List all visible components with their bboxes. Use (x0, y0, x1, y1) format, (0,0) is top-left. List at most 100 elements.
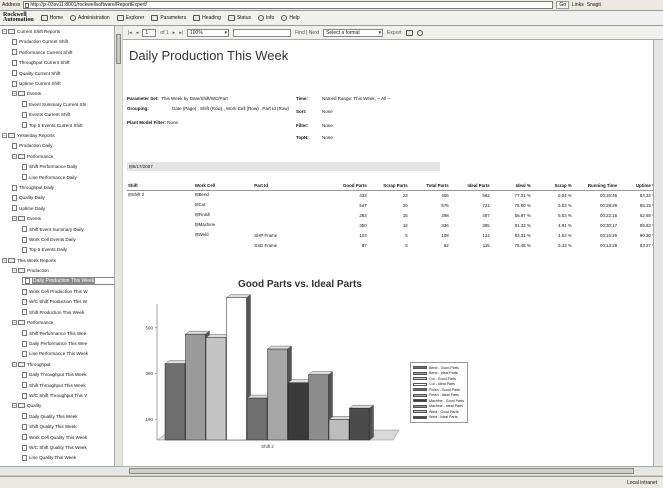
tree-item[interactable]: W/C Shift Quality This Week (22, 443, 87, 452)
home-button[interactable]: Home (40, 15, 63, 21)
tree-item[interactable]: Shift Production This Week (22, 308, 84, 317)
tree-item[interactable]: Production Daily (12, 141, 52, 150)
links-button[interactable]: Links (572, 2, 584, 8)
tree-item[interactable]: Throughput Current Shift (12, 58, 70, 67)
help-button[interactable]: Help (281, 15, 300, 21)
cell-text: 15 (402, 212, 408, 218)
table-cell: 75.48 % (491, 240, 532, 250)
tree-item[interactable]: Shift Throughput This Week (22, 381, 86, 390)
tree-item[interactable]: Uptime Daily (12, 204, 45, 213)
column-header: Ideal Parts (449, 181, 491, 191)
tree-scroll-thumb[interactable] (116, 34, 121, 64)
table-cell: 85.15 % (618, 200, 657, 210)
collapse-toggle-icon[interactable]: − (12, 403, 17, 409)
print-icon[interactable] (416, 29, 423, 36)
tree-item[interactable]: Top 5 Events Current Shift (22, 121, 83, 130)
legend-swatch (413, 388, 427, 392)
report-hscrollbar[interactable] (123, 466, 663, 475)
tree-item[interactable]: Quality Daily (12, 193, 45, 202)
collapse-toggle-icon[interactable]: − (12, 216, 17, 222)
tree-item[interactable]: − Performance (12, 318, 53, 327)
next-page-icon[interactable]: ▸ (173, 30, 176, 36)
tree-item[interactable]: Production Current Shift (12, 37, 68, 46)
tree-item[interactable]: Daily Performance This Wee (22, 339, 87, 348)
tree-item[interactable]: Throughput Daily (12, 183, 54, 192)
zoom-select[interactable]: 100% (187, 28, 229, 37)
table-cell: 5 (368, 230, 409, 240)
tree-item[interactable]: W/C Shift Production This W (22, 297, 87, 306)
collapse-toggle-icon[interactable]: − (2, 257, 7, 263)
tree-item[interactable]: − Quality (12, 401, 41, 410)
go-button[interactable]: Go (556, 1, 570, 9)
collapse-toggle-icon[interactable]: − (12, 268, 17, 274)
info-button[interactable]: Info (258, 15, 274, 21)
tree-item[interactable]: Events Current Shift (22, 110, 70, 119)
tree-item[interactable]: Shift Performance This Wee (22, 329, 86, 338)
tree-item[interactable]: Daily Quality This Week (22, 412, 78, 421)
tree-item[interactable]: − Current Shift Reports (2, 27, 60, 36)
first-page-icon[interactable]: |◂ (128, 30, 132, 36)
find-next-link[interactable]: Find | Next (295, 30, 319, 36)
table-cell: 108 (409, 230, 450, 240)
tree-item[interactable]: Work Cell Production This W (22, 287, 88, 296)
status-button[interactable]: Status (227, 15, 251, 21)
tree-item[interactable]: Shift Event Summary Daily (22, 225, 84, 234)
tree-item[interactable]: Work Cell Events Daily (22, 235, 76, 244)
collapse-toggle-icon[interactable]: − (12, 361, 17, 367)
collapse-toggle-icon[interactable]: − (12, 91, 17, 97)
page-input[interactable]: 1 (142, 28, 157, 37)
heading-button[interactable]: Heading (193, 15, 221, 21)
refresh-icon[interactable] (405, 29, 413, 36)
tree-item[interactable]: − Production (12, 266, 49, 275)
table-cell: 56.97 % (491, 210, 532, 220)
last-page-icon[interactable]: ▸| (179, 30, 183, 36)
app-toolbar: Rockwell Automation Home Administration … (0, 11, 663, 26)
export-format-select[interactable]: Select a format (323, 28, 384, 37)
tree-item[interactable]: − Performance (12, 152, 53, 161)
tree-item[interactable]: Shift Performance Daily (22, 162, 77, 171)
cell-text: 00:13:28 (600, 242, 618, 248)
collapse-toggle-icon[interactable]: − (12, 153, 17, 159)
tree-item[interactable]: W/C Shift Throughput This V (22, 391, 87, 400)
tree-item[interactable]: Daily Throughput This Week (22, 370, 87, 379)
cell-text: 562 (482, 192, 490, 198)
tree-item[interactable]: − Events (12, 89, 41, 98)
tree-item[interactable]: Line Quality This Week (22, 453, 76, 462)
tree-item[interactable]: Performance Current Shift (12, 48, 72, 57)
table-cell (253, 190, 324, 200)
tree-item[interactable]: Uptime Current Shift (12, 79, 61, 88)
tree-item-label: Shift Performance This Wee (29, 330, 87, 336)
snagit-button[interactable]: Snagit (587, 2, 601, 8)
tree-item[interactable]: Work Cell Quality This Week (22, 433, 87, 442)
column-header: Scrap Parts (367, 181, 409, 191)
tree-item[interactable]: − Yesterday Reports (2, 131, 55, 140)
tree-hscrollbar[interactable] (0, 466, 123, 475)
report-hscroll-thumb[interactable] (129, 468, 634, 474)
explorer-button[interactable]: Explorer (116, 15, 144, 21)
tree-item[interactable]: Quality Current Shift (12, 69, 60, 78)
tree-item[interactable]: Line Performance Daily (22, 173, 77, 182)
tree-scrollbar[interactable] (114, 26, 122, 466)
find-input[interactable] (233, 28, 291, 37)
collapse-toggle-icon[interactable]: − (2, 29, 7, 34)
address-input[interactable]: http://jx-03sv11:8001/rockwellsoftware/R… (23, 1, 554, 9)
collapse-toggle-icon[interactable]: − (12, 320, 17, 326)
prev-page-icon[interactable]: ◂ (136, 30, 139, 36)
administration-button[interactable]: Administration (70, 15, 110, 21)
tree-item[interactable]: Top 5 Events Daily (22, 245, 67, 254)
tree-item[interactable]: − Events (12, 214, 41, 223)
table-cell: ⊟Finish (194, 210, 253, 220)
report-vscrollbar[interactable] (653, 40, 663, 466)
export-link[interactable]: Export (387, 30, 401, 36)
parameters-button[interactable]: Parameters (151, 15, 186, 21)
tree-item[interactable]: Daily Production This Week (22, 276, 121, 285)
tree-item[interactable]: − This Week Reports (2, 256, 56, 265)
tree-item[interactable]: − Throughput (12, 360, 51, 369)
param-time: Time: Named Range: This Week, -- All -- (296, 96, 391, 101)
tree-item[interactable]: Shift Quality This Week (22, 422, 77, 431)
bar (348, 404, 375, 441)
collapse-toggle-icon[interactable]: − (2, 133, 7, 138)
tree-item[interactable]: Line Performance This Week (22, 349, 88, 358)
tree-item[interactable]: Event Summary Current Shi (22, 100, 86, 109)
tree-item-label: W/C Shift Quality This Week (29, 445, 87, 450)
